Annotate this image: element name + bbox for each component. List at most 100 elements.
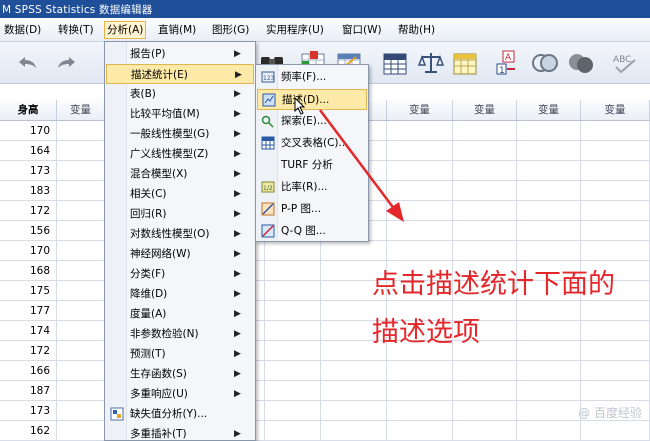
- empty-cell[interactable]: [387, 121, 453, 141]
- height-cell[interactable]: 164: [0, 141, 57, 161]
- analyze-menu-item[interactable]: 分类(F) ▶: [106, 264, 254, 284]
- empty-cell[interactable]: [265, 281, 321, 301]
- descriptive-menu-item[interactable]: Q-Q 图...: [257, 221, 367, 242]
- analyze-menu-item[interactable]: 降维(D) ▶: [106, 284, 254, 304]
- column-header[interactable]: 变量: [57, 100, 105, 121]
- empty-cell[interactable]: [517, 301, 581, 321]
- empty-cell[interactable]: [57, 121, 105, 141]
- empty-cell[interactable]: [265, 401, 321, 421]
- empty-cell[interactable]: [321, 421, 387, 441]
- empty-cell[interactable]: [321, 401, 387, 421]
- empty-cell[interactable]: [581, 141, 650, 161]
- analyze-menu-item[interactable]: 描述统计(E) ▶: [106, 64, 254, 84]
- height-cell[interactable]: 170: [0, 241, 57, 261]
- empty-cell[interactable]: [581, 341, 650, 361]
- empty-cell[interactable]: [453, 241, 517, 261]
- height-cell[interactable]: 170: [0, 121, 57, 141]
- descriptive-menu-item[interactable]: 1/2 比率(R)...: [257, 177, 367, 198]
- empty-cell[interactable]: [265, 321, 321, 341]
- redo-icon[interactable]: [52, 48, 82, 78]
- empty-cell[interactable]: [581, 161, 650, 181]
- analyze-menu-item[interactable]: 多重插补(T) ▶: [106, 424, 254, 441]
- column-header[interactable]: 变量: [581, 100, 650, 121]
- empty-cell[interactable]: [321, 381, 387, 401]
- empty-cell[interactable]: [581, 241, 650, 261]
- empty-cell[interactable]: [453, 201, 517, 221]
- empty-cell[interactable]: [387, 241, 453, 261]
- column-header[interactable]: 变量: [517, 100, 581, 121]
- menu-direct-marketing[interactable]: 直销(M): [156, 22, 198, 38]
- analyze-menu-item[interactable]: 一般线性模型(G) ▶: [106, 124, 254, 144]
- empty-cell[interactable]: [57, 421, 105, 441]
- value-labels-icon[interactable]: A1: [493, 48, 523, 78]
- height-cell[interactable]: 173: [0, 401, 57, 421]
- descriptive-menu-item[interactable]: 探索(E)...: [257, 111, 367, 132]
- column-header[interactable]: 变量: [453, 100, 517, 121]
- descriptive-menu-item[interactable]: 交叉表格(C)...: [257, 133, 367, 154]
- undo-icon[interactable]: [12, 48, 42, 78]
- empty-cell[interactable]: [581, 381, 650, 401]
- empty-cell[interactable]: [57, 261, 105, 281]
- weight-cases-icon[interactable]: [416, 48, 446, 78]
- analyze-menu-item[interactable]: 多重响应(U) ▶: [106, 384, 254, 404]
- empty-cell[interactable]: [581, 361, 650, 381]
- empty-cell[interactable]: [517, 421, 581, 441]
- height-cell[interactable]: 175: [0, 281, 57, 301]
- analyze-menu-item[interactable]: 缺失值分析(Y)...: [106, 404, 254, 424]
- empty-cell[interactable]: [57, 201, 105, 221]
- height-cell[interactable]: 156: [0, 221, 57, 241]
- column-header-height[interactable]: 身高: [0, 100, 57, 121]
- empty-cell[interactable]: [265, 421, 321, 441]
- empty-cell[interactable]: [387, 361, 453, 381]
- empty-cell[interactable]: [581, 321, 650, 341]
- empty-cell[interactable]: [517, 341, 581, 361]
- empty-cell[interactable]: [453, 421, 517, 441]
- empty-cell[interactable]: [453, 161, 517, 181]
- empty-cell[interactable]: [517, 241, 581, 261]
- analyze-menu-item[interactable]: 混合模型(X) ▶: [106, 164, 254, 184]
- menu-graphs[interactable]: 图形(G): [210, 22, 251, 38]
- empty-cell[interactable]: [581, 201, 650, 221]
- analyze-menu-item[interactable]: 表(B) ▶: [106, 84, 254, 104]
- empty-cell[interactable]: [517, 201, 581, 221]
- analyze-menu-item[interactable]: 相关(C) ▶: [106, 184, 254, 204]
- empty-cell[interactable]: [387, 181, 453, 201]
- empty-cell[interactable]: [57, 301, 105, 321]
- analyze-menu-item[interactable]: 预测(T) ▶: [106, 344, 254, 364]
- empty-cell[interactable]: [581, 121, 650, 141]
- height-cell[interactable]: 162: [0, 421, 57, 441]
- empty-cell[interactable]: [453, 401, 517, 421]
- empty-cell[interactable]: [517, 361, 581, 381]
- height-cell[interactable]: 172: [0, 341, 57, 361]
- empty-cell[interactable]: [265, 241, 321, 261]
- empty-cell[interactable]: [321, 361, 387, 381]
- empty-cell[interactable]: [581, 221, 650, 241]
- empty-cell[interactable]: [517, 381, 581, 401]
- empty-cell[interactable]: [517, 161, 581, 181]
- analyze-menu-item[interactable]: 生存函数(S) ▶: [106, 364, 254, 384]
- empty-cell[interactable]: [453, 121, 517, 141]
- empty-cell[interactable]: [265, 341, 321, 361]
- show-all-icon[interactable]: [566, 48, 596, 78]
- height-cell[interactable]: 187: [0, 381, 57, 401]
- menu-transform[interactable]: 转换(T): [56, 22, 96, 38]
- empty-cell[interactable]: [517, 321, 581, 341]
- menu-data[interactable]: 数据(D): [2, 22, 43, 38]
- analyze-menu-item[interactable]: 广义线性模型(Z) ▶: [106, 144, 254, 164]
- empty-cell[interactable]: [57, 141, 105, 161]
- empty-cell[interactable]: [453, 381, 517, 401]
- empty-cell[interactable]: [387, 421, 453, 441]
- empty-cell[interactable]: [387, 381, 453, 401]
- empty-cell[interactable]: [57, 381, 105, 401]
- empty-cell[interactable]: [387, 221, 453, 241]
- empty-cell[interactable]: [57, 321, 105, 341]
- select-cases-icon[interactable]: [450, 48, 480, 78]
- height-cell[interactable]: 174: [0, 321, 57, 341]
- empty-cell[interactable]: [453, 141, 517, 161]
- empty-cell[interactable]: [581, 301, 650, 321]
- empty-cell[interactable]: [321, 241, 387, 261]
- empty-cell[interactable]: [387, 201, 453, 221]
- menu-window[interactable]: 窗口(W): [340, 22, 384, 38]
- empty-cell[interactable]: [265, 381, 321, 401]
- empty-cell[interactable]: [581, 421, 650, 441]
